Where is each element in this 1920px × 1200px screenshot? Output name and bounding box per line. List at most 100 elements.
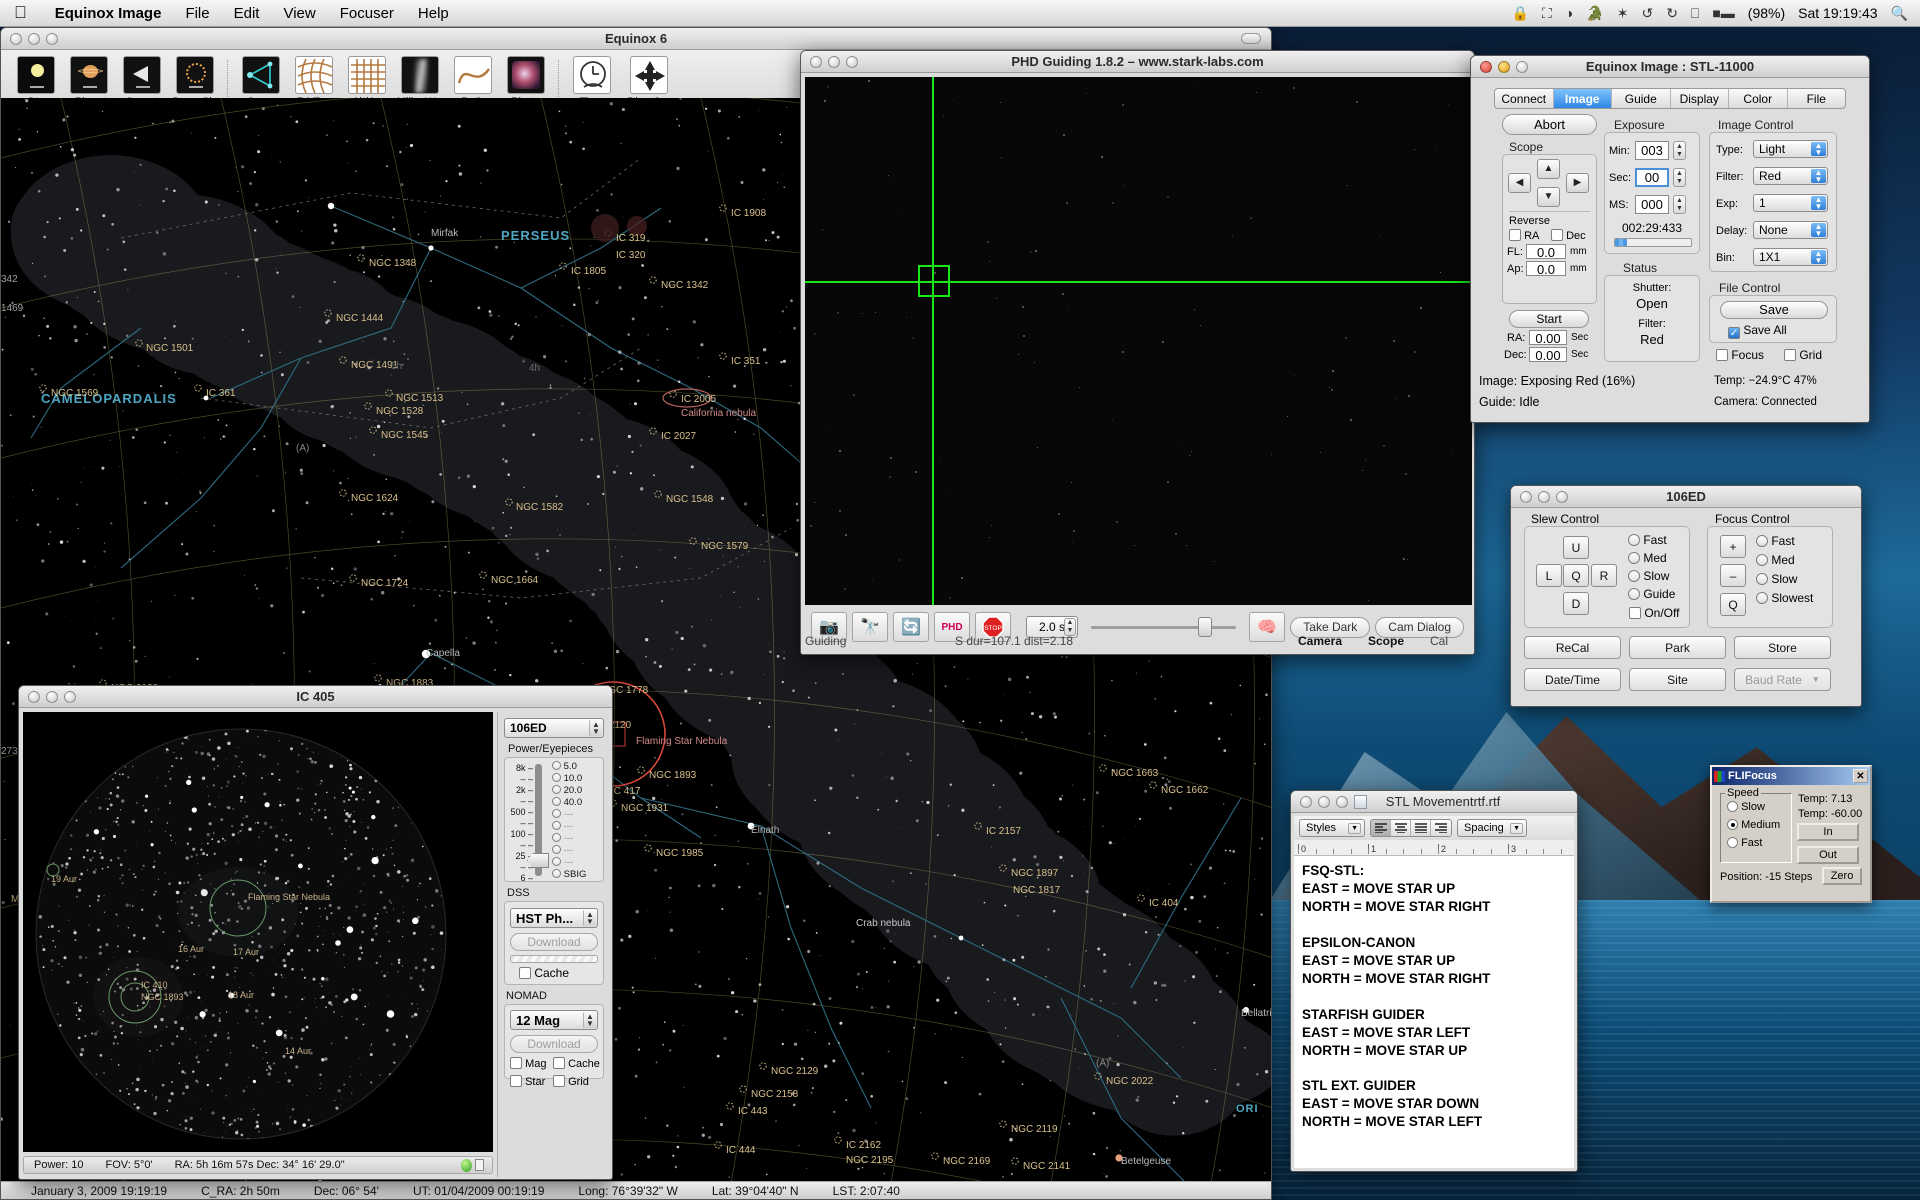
menu-help[interactable]: Help [406, 0, 461, 27]
tab-guide[interactable]: Guide [1612, 89, 1671, 108]
phd-window-controls[interactable] [801, 56, 858, 68]
sky-object-label[interactable]: NGC 1724 [361, 578, 408, 589]
minimize-button[interactable] [28, 33, 40, 45]
slew-up-button[interactable]: ▲ [1537, 159, 1560, 179]
zoom-button[interactable] [1556, 491, 1568, 503]
sky-object-label[interactable]: 342 [1, 274, 18, 285]
sky-object-label[interactable]: 1469 [1, 303, 23, 314]
checkbox-checked[interactable]: ✓ [1728, 327, 1740, 339]
site-button[interactable]: Site [1629, 668, 1726, 691]
focus-out-button[interactable]: – [1720, 564, 1746, 587]
radio[interactable] [552, 809, 561, 818]
save-button[interactable]: Save [1720, 301, 1828, 319]
sky-object-label[interactable]: ORI [1236, 1103, 1259, 1115]
phd-guide-canvas[interactable] [805, 77, 1472, 605]
sky-object-label[interactable]: IC 1908 [731, 208, 766, 219]
sky-object-label[interactable]: Elnath [751, 825, 779, 836]
sky-object-label[interactable]: Capella [426, 648, 460, 659]
sky-object-label[interactable]: NGC 1342 [661, 280, 708, 291]
checkbox[interactable] [1716, 349, 1728, 361]
close-button[interactable] [810, 56, 822, 68]
rtf-titlebar[interactable]: STL Movementrtf.rtf [1291, 791, 1577, 813]
sky-object-label[interactable]: NGC 1931 [621, 803, 668, 814]
eyepiece-radio-list[interactable]: 5.0 10.0 20.0 40.0 --- --- --- --- --- S… [552, 761, 586, 881]
checkbox[interactable] [1551, 229, 1563, 241]
sky-object-label[interactable]: Flaming Star Nebula [636, 736, 727, 747]
close-icon[interactable]: ✕ [1853, 769, 1868, 783]
dec-input[interactable]: 0.00 [1529, 347, 1567, 362]
apple-menu-icon[interactable]:  [14, 3, 27, 23]
radio[interactable] [1756, 554, 1768, 566]
align-center-icon[interactable] [1391, 820, 1411, 836]
eyepiece-option[interactable]: 40.0 [552, 797, 586, 809]
focus-rate-med[interactable]: Med [1756, 553, 1795, 567]
radio[interactable] [1727, 801, 1738, 812]
sky-object-label[interactable]: NGC 1582 [516, 502, 563, 513]
checkbox[interactable] [1509, 229, 1521, 241]
radio[interactable] [1628, 588, 1640, 600]
eyepiece-option[interactable]: 20.0 [552, 785, 586, 797]
slew-left-button[interactable]: ◀ [1508, 173, 1531, 193]
align-right-icon[interactable] [1431, 820, 1451, 836]
radio[interactable] [1628, 552, 1640, 564]
ms-stepper[interactable]: ▲ ▼ [1673, 195, 1686, 214]
checkbox[interactable] [553, 1057, 565, 1069]
save-all-checkbox[interactable]: ✓ Save All [1728, 323, 1787, 339]
sky-object-label[interactable]: IC 351 [731, 356, 760, 367]
checkbox[interactable] [1784, 349, 1796, 361]
display-icon[interactable]: ⛶ [1542, 5, 1552, 22]
styles-select[interactable]: Styles ▼ [1299, 819, 1365, 837]
evernote-icon[interactable]: 🐊 [1586, 5, 1603, 22]
slew-right-button[interactable]: R [1591, 564, 1617, 587]
focus-in-button[interactable]: + [1720, 535, 1746, 558]
radio[interactable] [552, 797, 561, 806]
nomad-select[interactable]: 12 Mag ▲ ▼ [510, 1010, 598, 1030]
eyepiece-object-label[interactable]: IC 410 [141, 980, 168, 990]
close-button[interactable] [10, 33, 22, 45]
alignment-buttons[interactable] [1370, 819, 1452, 837]
focus-rate-fast[interactable]: Fast [1756, 534, 1795, 548]
radio[interactable] [552, 857, 561, 866]
rtf-text-body[interactable]: FSQ-STL: EAST = MOVE STAR UP NORTH = MOVE … [1294, 856, 1574, 1168]
nomad-cache-checkbox[interactable]: Cache [553, 1057, 600, 1070]
sky-object-label[interactable]: IC 361 [206, 388, 235, 399]
scope-select[interactable]: 106ED ▲ ▼ [504, 718, 604, 738]
focus-stop-button[interactable]: Q [1720, 593, 1746, 616]
sky-object-label[interactable]: (A) [296, 443, 309, 454]
gamma-slider[interactable] [1091, 624, 1236, 630]
sky-object-label[interactable]: NGC 2158 [751, 1089, 798, 1100]
menu-clock[interactable]: Sat 19:19:43 [1798, 5, 1877, 21]
flifocus-titlebar[interactable]: FLIFocus ✕ [1712, 767, 1870, 785]
delay-select[interactable]: None ▲ ▼ [1753, 221, 1828, 239]
zoom-button[interactable] [846, 56, 858, 68]
slew-onoff-checkbox[interactable]: On/Off [1629, 606, 1679, 620]
eyepiece-object-label[interactable]: 16 Aur [178, 944, 204, 954]
tab-color[interactable]: Color [1729, 89, 1788, 108]
radio[interactable] [552, 773, 561, 782]
sky-object-label[interactable]: IC 2157 [986, 826, 1021, 837]
sky-object-label[interactable]: California nebula [681, 408, 756, 419]
min-stepper[interactable]: ▲ ▼ [1673, 141, 1686, 160]
eyepiece-object-label[interactable]: 14 Aur [285, 1046, 311, 1056]
menu-view[interactable]: View [271, 0, 327, 27]
phd-guiding-window[interactable]: PHD Guiding 1.8.2 – www.stark-labs.com 📷… [800, 50, 1475, 655]
dss-download-button[interactable]: Download [510, 933, 598, 951]
sky-object-label[interactable]: NGC 1662 [1161, 785, 1208, 796]
guide-star-box[interactable] [918, 265, 950, 297]
park-button[interactable]: Park [1629, 636, 1726, 659]
checkbox[interactable] [510, 1057, 522, 1069]
ic405-titlebar[interactable]: IC 405 [19, 686, 612, 708]
checkbox[interactable] [510, 1075, 522, 1087]
sky-object-label[interactable]: Betelgeuse [1121, 1156, 1171, 1167]
focus-out-button[interactable]: Out [1797, 846, 1859, 864]
nomad-mag-checkbox[interactable]: Mag [510, 1057, 546, 1070]
dss-cache-checkbox[interactable]: Cache [519, 966, 569, 980]
ms-input[interactable]: 000 [1635, 195, 1669, 214]
radio[interactable] [552, 869, 561, 878]
close-button[interactable] [1480, 61, 1492, 73]
close-button[interactable] [1300, 796, 1312, 808]
ed106-window-controls[interactable] [1511, 491, 1568, 503]
radio-selected[interactable] [1727, 819, 1738, 830]
menu-app-name[interactable]: Equinox Image [43, 0, 174, 27]
zoom-button[interactable] [46, 33, 58, 45]
